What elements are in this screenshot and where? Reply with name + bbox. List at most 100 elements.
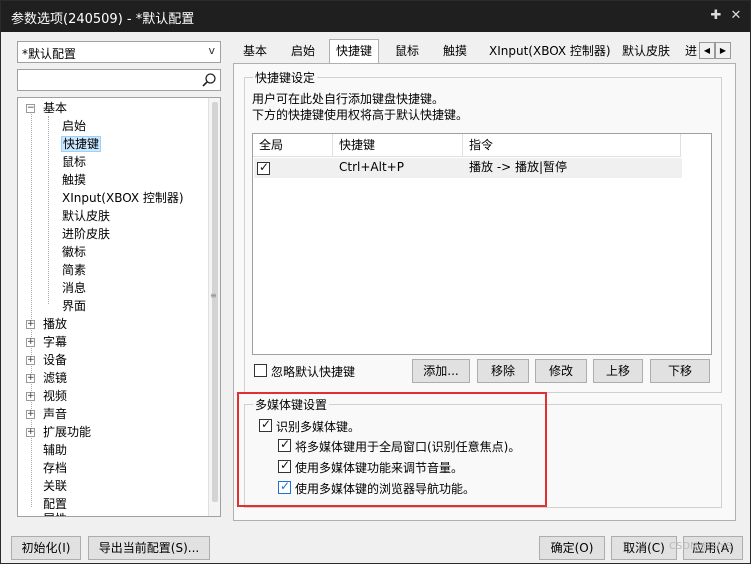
- collapse-icon[interactable]: −: [26, 104, 35, 113]
- media-global-window-label: 将多媒体键用于全局窗口(识别任意焦点)。: [295, 440, 521, 454]
- hotkey-desc-2: 下方的快捷键使用权将高于默认快捷键。: [252, 108, 469, 122]
- tree-item-hotkeys[interactable]: 快捷键: [60, 135, 102, 153]
- tree-item-association[interactable]: 关联: [43, 477, 67, 495]
- table-row-global-checkbox[interactable]: ✓: [257, 160, 270, 175]
- tree-item-assist[interactable]: 辅助: [43, 441, 67, 459]
- ok-button[interactable]: 确定(O): [539, 536, 605, 560]
- hotkey-desc-1: 用户可在此处自行添加键盘快捷键。: [252, 92, 445, 106]
- close-icon[interactable]: ✕: [727, 7, 745, 25]
- tree-item-label: 进阶皮肤: [62, 227, 111, 241]
- tree-item-audio[interactable]: + 声音: [26, 405, 67, 423]
- expand-icon[interactable]: +: [26, 428, 35, 437]
- recognize-media-keys-label: 识别多媒体键。: [276, 420, 361, 434]
- tree-scrollbar[interactable]: ≡: [208, 98, 220, 516]
- check-icon: ✓: [280, 458, 291, 472]
- tree-item-label: 启始: [62, 119, 87, 133]
- tree-item-startup[interactable]: 启始: [62, 117, 86, 135]
- ignore-default-hotkeys-checkbox[interactable]: [254, 364, 267, 377]
- tree-item-default-skin[interactable]: 默认皮肤: [62, 207, 110, 225]
- tree-item-label: 关联: [43, 479, 68, 493]
- tree-item-label: 视频: [43, 389, 68, 403]
- check-icon: ✓: [280, 479, 291, 493]
- tree-item-interface[interactable]: 界面: [62, 297, 86, 315]
- table-cell-hotkey: Ctrl+Alt+P: [339, 160, 404, 174]
- chevron-down-icon: v: [208, 44, 215, 57]
- initialize-button[interactable]: 初始化(I): [11, 536, 81, 560]
- column-header-command[interactable]: 指令: [463, 134, 681, 157]
- tree-item-messages[interactable]: 消息: [62, 279, 86, 297]
- tab-mouse[interactable]: 鼠标: [389, 41, 425, 63]
- tree-item-mouse[interactable]: 鼠标: [62, 153, 86, 171]
- preset-value: *默认配置: [22, 47, 77, 61]
- tree-item-devices[interactable]: + 设备: [26, 351, 67, 369]
- search-input[interactable]: [17, 69, 221, 91]
- tree-guide-line: [31, 114, 32, 507]
- window-title: 参数选项(240509) - *默认配置: [11, 12, 195, 27]
- pin-icon[interactable]: ✚: [707, 7, 725, 25]
- tree-item-simple[interactable]: 简素: [62, 261, 86, 279]
- tree-item-advanced-skin[interactable]: 进阶皮肤: [62, 225, 110, 243]
- settings-tree[interactable]: − 基本 启始 快捷键 鼠标 触摸 XInput(XBOX 控制器) 默认皮肤 …: [17, 97, 221, 517]
- tab-startup[interactable]: 启始: [285, 41, 321, 63]
- check-icon: ✓: [259, 160, 270, 174]
- media-keys-group-title: 多媒体键设置: [253, 396, 330, 413]
- expand-icon[interactable]: +: [26, 392, 35, 401]
- media-global-window-checkbox[interactable]: ✓: [278, 437, 291, 452]
- tree-item-touch[interactable]: 触摸: [62, 171, 86, 189]
- tree-item-archive[interactable]: 存档: [43, 459, 67, 477]
- cancel-button[interactable]: 取消(C): [611, 536, 677, 560]
- tree-item-basic[interactable]: − 基本: [26, 99, 67, 117]
- tab-hotkeys[interactable]: 快捷键: [329, 39, 380, 64]
- tree-item-label: 扩展功能: [43, 425, 92, 439]
- remove-button[interactable]: 移除: [477, 359, 529, 383]
- tree-item-label: 辅助: [43, 443, 68, 457]
- media-browser-nav-label: 使用多媒体键的浏览器导航功能。: [295, 482, 476, 496]
- tab-strip: 基本 启始 快捷键 鼠标 触摸 XInput(XBOX 控制器) 默认皮肤 进 …: [233, 39, 733, 64]
- move-down-button[interactable]: 下移: [650, 359, 710, 383]
- media-volume-checkbox[interactable]: ✓: [278, 458, 291, 473]
- tree-item-video[interactable]: + 视频: [26, 387, 67, 405]
- tree-item-label: 字幕: [43, 335, 68, 349]
- tree-item-properties[interactable]: 属性: [43, 510, 67, 516]
- tab-xinput[interactable]: XInput(XBOX 控制器): [483, 41, 617, 63]
- tree-item-subtitles[interactable]: + 字幕: [26, 333, 67, 351]
- column-header-global[interactable]: 全局: [253, 134, 333, 157]
- check-icon: ✓: [261, 417, 272, 431]
- export-config-button[interactable]: 导出当前配置(S)...: [88, 536, 210, 560]
- tree-item-label: 播放: [43, 317, 68, 331]
- tree-item-label: 存档: [43, 461, 68, 475]
- tab-touch[interactable]: 触摸: [437, 41, 473, 63]
- tab-default-skin[interactable]: 默认皮肤: [616, 41, 676, 63]
- expand-icon[interactable]: +: [26, 356, 35, 365]
- add-button[interactable]: 添加...: [412, 359, 470, 383]
- modify-button[interactable]: 修改: [535, 359, 587, 383]
- tree-item-filters[interactable]: + 滤镜: [26, 369, 67, 387]
- move-up-button[interactable]: 上移: [593, 359, 643, 383]
- expand-icon[interactable]: +: [26, 410, 35, 419]
- watermark: CSDN @ShiS: [669, 541, 733, 552]
- scrollbar-thumb[interactable]: [212, 102, 218, 502]
- tree-item-extensions[interactable]: + 扩展功能: [26, 423, 91, 441]
- tab-scroll-right-icon[interactable]: ▶: [715, 42, 731, 59]
- tree-item-label: 快捷键: [60, 136, 102, 152]
- tree-item-label: XInput(XBOX 控制器): [62, 191, 184, 205]
- expand-icon[interactable]: +: [26, 320, 35, 329]
- tree-guide-line: [48, 116, 49, 304]
- expand-icon[interactable]: +: [26, 338, 35, 347]
- media-browser-nav-checkbox[interactable]: ✓: [278, 479, 291, 494]
- preset-select[interactable]: *默认配置 v: [17, 41, 221, 63]
- tree-item-label: 徽标: [62, 245, 87, 259]
- expand-icon[interactable]: +: [26, 374, 35, 383]
- tree-item-logo[interactable]: 徽标: [62, 243, 86, 261]
- tab-basic[interactable]: 基本: [237, 41, 273, 63]
- recognize-media-keys-checkbox[interactable]: ✓: [259, 417, 272, 432]
- tree-item-label: 界面: [62, 299, 87, 313]
- tree-item-playback[interactable]: + 播放: [26, 315, 67, 333]
- tree-item-label: 默认皮肤: [62, 209, 111, 223]
- tree-item-xinput[interactable]: XInput(XBOX 控制器): [62, 189, 184, 207]
- hotkey-table[interactable]: 全局 快捷键 指令 ✓ Ctrl+Alt+P 播放 -> 播放|暂停: [252, 133, 712, 355]
- grip-icon: ≡: [210, 291, 217, 300]
- tab-scroll-left-icon[interactable]: ◀: [699, 42, 715, 59]
- search-icon[interactable]: [201, 72, 217, 88]
- column-header-hotkey[interactable]: 快捷键: [333, 134, 463, 157]
